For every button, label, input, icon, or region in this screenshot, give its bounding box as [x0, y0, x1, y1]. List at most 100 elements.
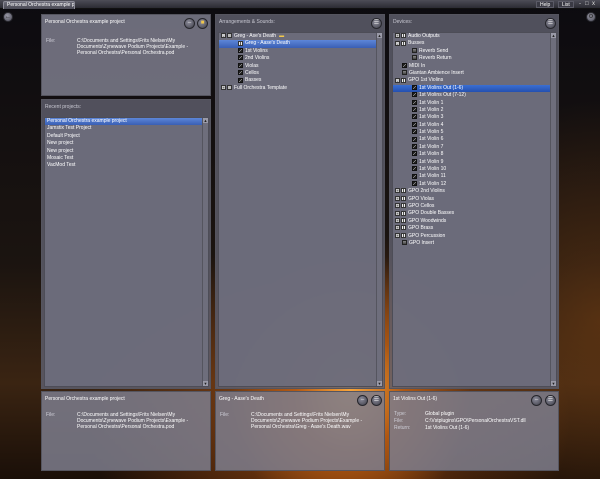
- minimize-icon[interactable]: -: [579, 1, 581, 8]
- device-item[interactable]: + GPO Cellos: [393, 203, 556, 210]
- close-icon[interactable]: x: [592, 1, 595, 8]
- collapse-icon[interactable]: -: [221, 33, 226, 39]
- devices-tree[interactable]: + Audio Outputs - Busses Reverb Send Reverb R…: [392, 32, 557, 387]
- scroll-up-icon[interactable]: ▲: [203, 118, 208, 123]
- expand-icon[interactable]: +: [395, 217, 400, 223]
- arrangements-menu-button[interactable]: ☰: [371, 18, 382, 29]
- expand-icon[interactable]: +: [395, 210, 400, 216]
- device-item[interactable]: - GPO 1st Violins: [393, 77, 556, 84]
- recent-projects-list[interactable]: Personal Orchestra example project Jamsti…: [44, 117, 209, 387]
- maximize-icon[interactable]: □: [585, 1, 589, 8]
- device-item[interactable]: + GPO Brass: [393, 225, 556, 232]
- fx-icon: [412, 55, 417, 61]
- scroll-down-icon[interactable]: ▼: [203, 381, 208, 386]
- arrangement-menu-button[interactable]: ☰: [371, 395, 382, 406]
- device-item[interactable]: 1st Violin 2: [393, 107, 556, 114]
- scroll-up-icon[interactable]: ▲: [551, 33, 556, 38]
- devices-menu-button[interactable]: ☰: [545, 18, 556, 29]
- device-item[interactable]: + Audio Outputs: [393, 33, 556, 40]
- arrangements-tree[interactable]: - Greg - Ase's Death ▬ Greg - Aase's Death 1…: [218, 32, 383, 387]
- device-item[interactable]: 1st Violin 12: [393, 181, 556, 188]
- track-icon: [412, 136, 417, 142]
- open-project-button[interactable]: ■: [197, 18, 208, 29]
- devices-scrollbar[interactable]: ▲ ▼: [550, 33, 556, 386]
- arrangement-item[interactable]: Greg - Aase's Death: [219, 40, 382, 48]
- arrangement-item[interactable]: Basses: [219, 77, 382, 84]
- device-label: Reverb Send: [419, 47, 449, 54]
- device-item[interactable]: GPO Insert: [393, 240, 556, 247]
- arrangements-scrollbar[interactable]: ▲ ▼: [376, 33, 382, 386]
- device-item[interactable]: 1st Violin 5: [393, 129, 556, 136]
- device-item[interactable]: + GPO 2nd Violins: [393, 188, 556, 195]
- scroll-down-icon[interactable]: ▼: [377, 381, 382, 386]
- collapse-icon[interactable]: -: [395, 40, 400, 46]
- expand-icon[interactable]: +: [221, 84, 226, 90]
- device-menu-button[interactable]: ☰: [545, 395, 556, 406]
- file-value: C:\Documents and Settings\Frits Nielsen\…: [77, 412, 189, 430]
- device-item[interactable]: + GPO Percussion: [393, 233, 556, 240]
- device-item[interactable]: Reverb Send: [393, 48, 556, 55]
- scroll-up-icon[interactable]: ▲: [377, 33, 382, 38]
- device-item[interactable]: MIDI In: [393, 63, 556, 70]
- recent-project-item[interactable]: Jamstix Test Project: [45, 125, 208, 132]
- list-icon: ☰: [373, 397, 380, 403]
- help-menu[interactable]: Help: [536, 1, 555, 8]
- return-label: Return:: [394, 425, 411, 431]
- device-item[interactable]: 1st Violin 3: [393, 114, 556, 121]
- arrangement-item[interactable]: - Greg - Ase's Death ▬: [219, 33, 382, 40]
- device-item[interactable]: + GPO Double Basses: [393, 210, 556, 217]
- device-item[interactable]: 1st Violin 11: [393, 173, 556, 180]
- device-item[interactable]: 1st Violin 10: [393, 166, 556, 173]
- fx-icon: [412, 47, 417, 53]
- edit-project-button[interactable]: –: [184, 18, 195, 29]
- folder-icon: ■: [200, 20, 205, 26]
- list-menu[interactable]: List: [558, 1, 574, 8]
- recent-project-item[interactable]: Personal Orchestra example project: [45, 118, 208, 126]
- recent-detail-panel: Personal Orchestra example project File:…: [41, 391, 211, 471]
- track-icon: [412, 99, 417, 105]
- track-icon: [402, 62, 407, 68]
- recent-project-item[interactable]: New project: [45, 148, 208, 155]
- collapse-icon[interactable]: -: [395, 77, 400, 83]
- recent-project-item[interactable]: Default Project: [45, 133, 208, 140]
- device-item[interactable]: 1st Violin 4: [393, 122, 556, 129]
- device-item[interactable]: 1st Violin 7: [393, 144, 556, 151]
- expand-icon[interactable]: +: [395, 232, 400, 238]
- device-item[interactable]: 1st Violin 8: [393, 151, 556, 158]
- recent-project-item[interactable]: New project: [45, 140, 208, 147]
- arrangement-item[interactable]: 1st Violins: [219, 48, 382, 55]
- device-item[interactable]: Reverb Return: [393, 55, 556, 62]
- devices-panel: Devices: ☰ + Audio Outputs - Busses Reverb S…: [389, 14, 559, 389]
- type-value: Global plugin: [425, 411, 455, 417]
- device-item[interactable]: Giantan Ambience Insert: [393, 70, 556, 77]
- expand-icon[interactable]: +: [395, 225, 400, 231]
- arrangement-remove-button[interactable]: –: [357, 395, 368, 406]
- arrangement-item[interactable]: Cellos: [219, 70, 382, 77]
- scroll-down-icon[interactable]: ▼: [551, 381, 556, 386]
- device-item[interactable]: + GPO Violas: [393, 196, 556, 203]
- device-item[interactable]: 1st Violins Out (1-6): [393, 84, 556, 93]
- device-item[interactable]: 1st Violin 6: [393, 136, 556, 143]
- project-tab[interactable]: Personal Orchestra example project: [3, 1, 75, 9]
- arrangement-detail-title: Greg - Aase's Death: [219, 396, 264, 402]
- recent-project-item[interactable]: Mosaic Test: [45, 155, 208, 162]
- title-bar: Personal Orchestra example project Help …: [0, 0, 600, 9]
- expand-icon[interactable]: +: [395, 195, 400, 201]
- expand-icon[interactable]: +: [395, 203, 400, 209]
- expand-icon[interactable]: +: [395, 33, 400, 39]
- device-item[interactable]: 1st Violins Out (7-12): [393, 92, 556, 99]
- device-remove-button[interactable]: –: [531, 395, 542, 406]
- arrangement-item[interactable]: + Full Orchestra Template: [219, 85, 382, 92]
- device-item[interactable]: 1st Violin 1: [393, 100, 556, 107]
- recent-scrollbar[interactable]: ▲ ▼: [202, 118, 208, 386]
- folder-icon[interactable]: ▬: [279, 33, 284, 39]
- arrangement-item[interactable]: 2nd Violins: [219, 55, 382, 62]
- back-icon[interactable]: ←: [3, 12, 13, 22]
- settings-icon[interactable]: ⚙: [586, 12, 596, 22]
- arrangement-item[interactable]: Violas: [219, 63, 382, 70]
- expand-icon[interactable]: +: [395, 188, 400, 194]
- device-item[interactable]: - Busses: [393, 40, 556, 47]
- recent-project-item[interactable]: VacMod Test: [45, 162, 208, 169]
- device-item[interactable]: 1st Violin 9: [393, 159, 556, 166]
- device-item[interactable]: + GPO Woodwinds: [393, 218, 556, 225]
